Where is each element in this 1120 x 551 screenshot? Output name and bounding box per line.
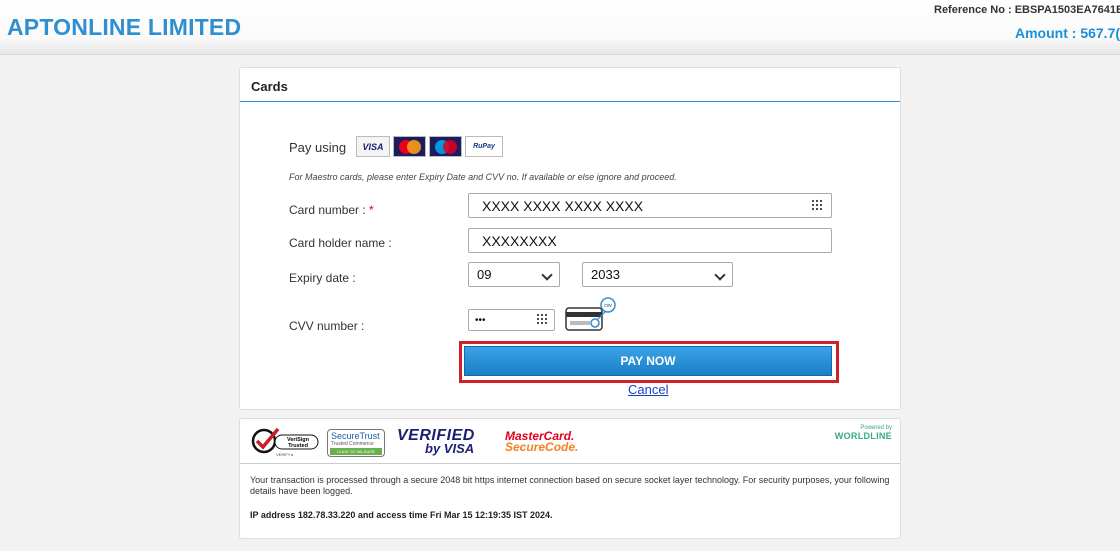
expiry-month-value: 09 — [477, 267, 492, 282]
cvv-card-icon: cvv — [565, 297, 616, 331]
card-number-label: Card number : * — [289, 203, 374, 217]
maestro-note: For Maestro cards, please enter Expiry D… — [289, 172, 677, 182]
visa-logo-icon: VISA — [356, 136, 390, 157]
cvv-value: ••• — [475, 314, 486, 326]
amount-display: Amount : 567.7( — [1015, 25, 1120, 41]
cards-panel: Cards Pay using VISA RuPay For Maestro c… — [239, 67, 901, 410]
page-header: APTONLINE LIMITED Reference No : EBSPA15… — [0, 0, 1120, 55]
trust-panel: VeriSign Trusted VERIFY ▸ SecureTrust Tr… — [239, 418, 901, 539]
panel-divider — [240, 101, 900, 102]
securetrust-title: SecureTrust — [331, 431, 380, 441]
panel-title: Cards — [251, 79, 288, 94]
cvv-badge-text: cvv — [604, 303, 612, 309]
securetrust-seal[interactable]: SecureTrust Trusted Commerce CLICK TO VA… — [327, 429, 385, 457]
card-number-label-text: Card number : — [289, 203, 366, 217]
verisign-seal[interactable]: VeriSign Trusted VERIFY ▸ — [248, 427, 320, 459]
security-disclaimer: Your transaction is processed through a … — [250, 475, 890, 496]
keypad-icon[interactable] — [536, 313, 548, 325]
worldline-logo: Powered by WORLDLINE — [812, 425, 892, 441]
expiry-year-value: 2033 — [591, 267, 620, 282]
required-asterisk: * — [369, 203, 374, 217]
worldline-text: WORLDLINE — [834, 431, 892, 441]
merchant-name: APTONLINE LIMITED — [7, 14, 242, 40]
chevron-down-icon — [541, 269, 553, 281]
securetrust-validate-button[interactable]: CLICK TO VALIDATE — [330, 448, 382, 455]
keypad-icon[interactable] — [811, 199, 823, 211]
pay-now-button[interactable]: PAY NOW — [464, 346, 832, 376]
securecode-text: SecureCode. — [505, 440, 579, 454]
by-visa-text: by VISA — [425, 441, 475, 456]
chevron-down-icon — [714, 269, 726, 281]
card-logos: VISA RuPay — [356, 136, 503, 157]
expiry-year-select[interactable]: 2033 — [582, 262, 733, 287]
cancel-link[interactable]: Cancel — [628, 382, 668, 397]
expiry-label: Expiry date : — [289, 271, 356, 285]
verified-by-visa-logo: VERIFIED by VISA — [397, 427, 477, 459]
verisign-verify: VERIFY ▸ — [276, 452, 294, 457]
card-number-input[interactable]: XXXX XXXX XXXX XXXX — [468, 193, 832, 218]
rupay-logo-icon: RuPay — [465, 136, 503, 157]
expiry-month-select[interactable]: 09 — [468, 262, 560, 287]
reference-number: Reference No : EBSPA1503EA7641B2 — [934, 4, 1120, 16]
trust-divider — [240, 463, 900, 464]
securetrust-sub: Trusted Commerce — [331, 441, 374, 447]
pay-using-label: Pay using — [289, 140, 347, 155]
mastercard-logo-icon — [393, 136, 426, 157]
maestro-logo-icon — [429, 136, 462, 157]
cvv-label: CVV number : — [289, 319, 365, 333]
card-number-value: XXXX XXXX XXXX XXXX — [482, 197, 644, 214]
mastercard-securecode-logo: MasterCard. SecureCode. — [505, 430, 579, 454]
card-holder-input[interactable]: XXXXXXXX — [468, 228, 832, 253]
card-holder-value: XXXXXXXX — [482, 232, 557, 249]
ip-access-log: IP address 182.78.33.220 and access time… — [250, 510, 553, 520]
card-holder-label: Card holder name : — [289, 236, 392, 250]
verisign-text: VeriSign Trusted — [286, 437, 309, 449]
